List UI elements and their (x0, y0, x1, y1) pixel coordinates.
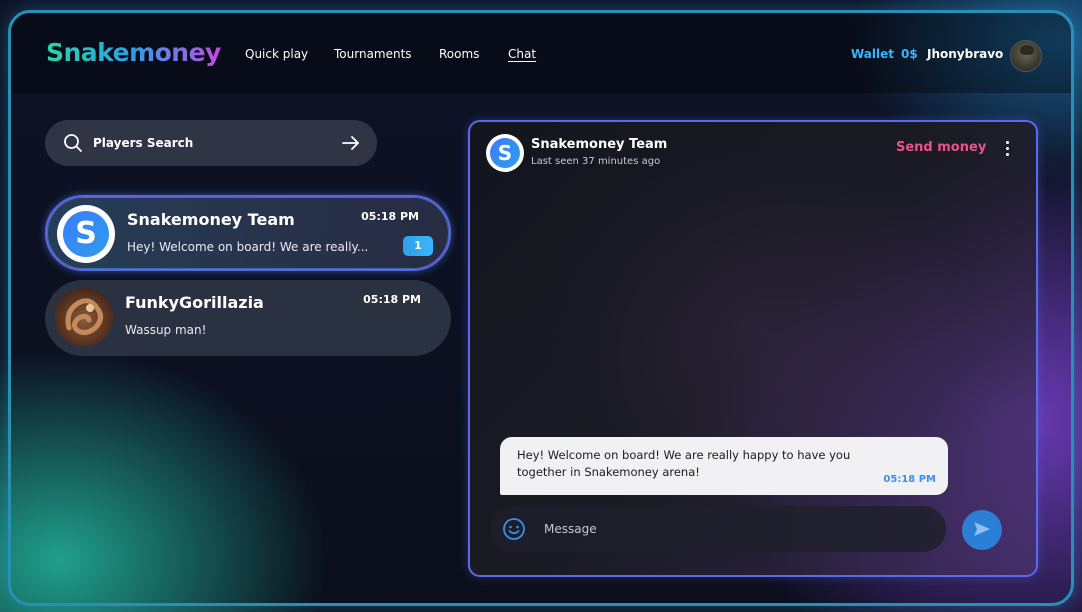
avatar-letter: S (490, 138, 520, 168)
emoji-icon[interactable] (502, 517, 526, 545)
message-input[interactable] (544, 518, 924, 540)
search-icon (63, 133, 83, 157)
avatar-letter: S (63, 211, 109, 257)
players-search-input[interactable] (93, 132, 333, 154)
unread-badge: 1 (403, 236, 433, 256)
username[interactable]: Jhonybravo (927, 47, 1003, 61)
message-text: Hey! Welcome on board! We are really hap… (517, 448, 851, 479)
conversation-preview: Wassup man! (125, 323, 207, 337)
message-composer (490, 506, 946, 552)
message-bubble: Hey! Welcome on board! We are really hap… (500, 437, 948, 495)
arrow-right-icon[interactable] (341, 133, 361, 157)
players-search (45, 120, 377, 166)
user-avatar[interactable] (1010, 40, 1042, 72)
conversation-avatar (55, 288, 113, 346)
conversation-time: 05:18 PM (361, 210, 419, 223)
conversation-time: 05:18 PM (363, 293, 421, 306)
send-message-button[interactable] (962, 510, 1002, 550)
nav-tournaments[interactable]: Tournaments (334, 47, 412, 61)
nav-chat[interactable]: Chat (508, 47, 536, 61)
wallet-balance: 0$ (901, 47, 918, 61)
conversation-name: FunkyGorillazia (125, 293, 264, 312)
send-money-button[interactable]: Send money (896, 140, 986, 155)
send-icon (972, 519, 992, 542)
chat-contact-name: Snakemoney Team (531, 137, 668, 152)
logo[interactable]: Snakemoney (46, 38, 221, 67)
conversation-item[interactable]: S Snakemoney Team 05:18 PM Hey! Welcome … (45, 195, 451, 271)
conversation-item[interactable]: FunkyGorillazia 05:18 PM Wassup man! (45, 280, 451, 356)
message-time: 05:18 PM (883, 474, 936, 485)
more-options-icon[interactable] (1000, 138, 1014, 160)
chat-panel: S Snakemoney Team Last seen 37 minutes a… (468, 120, 1038, 577)
conversation-name: Snakemoney Team (127, 210, 295, 229)
conversation-avatar: S (57, 205, 115, 263)
conversation-preview: Hey! Welcome on board! We are really... (127, 240, 369, 254)
nav-rooms[interactable]: Rooms (439, 47, 479, 61)
nav-quick-play[interactable]: Quick play (245, 47, 308, 61)
chat-contact-avatar[interactable]: S (486, 134, 524, 172)
wallet-link[interactable]: Wallet (851, 47, 894, 61)
chat-last-seen: Last seen 37 minutes ago (531, 156, 661, 167)
